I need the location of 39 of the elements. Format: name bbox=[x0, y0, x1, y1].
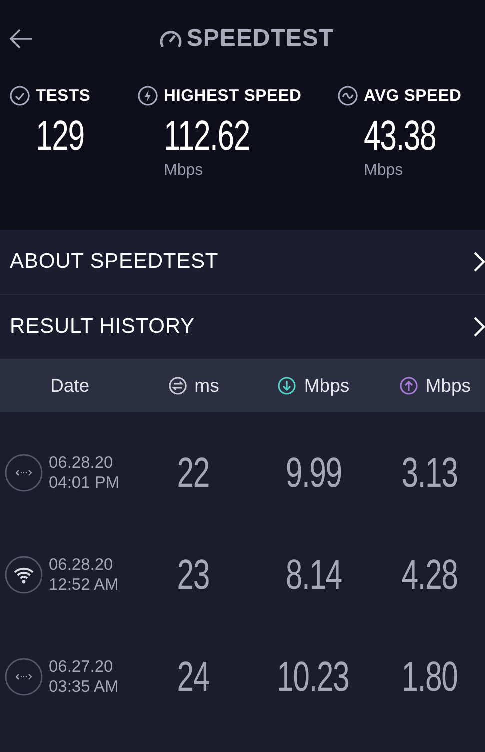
download-value: 9.99 bbox=[286, 449, 342, 497]
chevron-right-icon bbox=[473, 251, 485, 273]
date-time-text: 06.28.20 04:01 PM bbox=[49, 453, 120, 493]
upload-circle-icon bbox=[398, 376, 419, 396]
app-logo-text: SPEEDTEST bbox=[186, 25, 334, 53]
ping-value: 24 bbox=[177, 653, 210, 701]
column-header: Mbps bbox=[426, 374, 471, 396]
ping-circle-icon bbox=[168, 376, 188, 396]
ethernet-circle-icon bbox=[5, 454, 43, 492]
stat-label: TESTS bbox=[36, 86, 91, 106]
chevron-right-icon bbox=[473, 316, 485, 338]
stat-value: 43.38 bbox=[364, 112, 436, 160]
column-header: Date bbox=[50, 374, 90, 396]
date-time-text: 06.27.20 03:35 AM bbox=[49, 657, 119, 697]
bolt-circle-icon bbox=[138, 86, 158, 106]
upload-value: 3.13 bbox=[402, 449, 458, 497]
column-header: Mbps bbox=[304, 374, 350, 396]
date-time-text: 06.28.20 12:52 AM bbox=[49, 555, 119, 595]
stat-label: AVG SPEED bbox=[364, 86, 462, 106]
wifi-circle-icon bbox=[5, 556, 43, 594]
back-button[interactable] bbox=[8, 27, 34, 51]
wave-circle-icon bbox=[338, 86, 358, 106]
gauge-icon bbox=[158, 28, 183, 50]
column-header: ms bbox=[194, 374, 220, 396]
ethernet-circle-icon bbox=[5, 658, 43, 696]
ping-value: 23 bbox=[177, 551, 210, 599]
stat-value: 112.62 bbox=[164, 112, 250, 160]
unit-label: Mbps bbox=[164, 162, 204, 180]
download-value: 8.14 bbox=[286, 551, 342, 599]
download-value: 10.23 bbox=[277, 653, 350, 701]
ping-value: 22 bbox=[177, 449, 210, 497]
check-circle-icon bbox=[10, 86, 30, 106]
unit-label: Mbps bbox=[364, 162, 404, 180]
stat-label: HIGHEST SPEED bbox=[164, 86, 302, 106]
upload-value: 4.28 bbox=[402, 551, 458, 599]
upload-value: 1.80 bbox=[402, 653, 458, 701]
download-circle-icon bbox=[277, 376, 298, 396]
back-arrow-icon bbox=[8, 27, 34, 51]
stat-value: 129 bbox=[36, 112, 84, 160]
